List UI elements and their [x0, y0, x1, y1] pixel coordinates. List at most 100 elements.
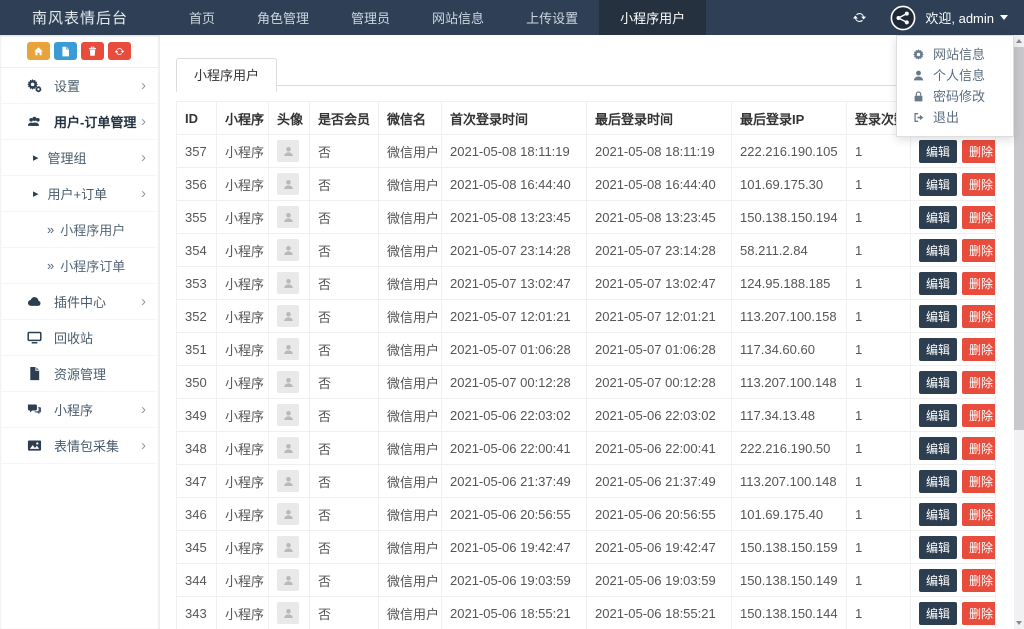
sidebar-item-admin-group[interactable]: ▸ 管理组 ›	[0, 140, 159, 176]
edit-button[interactable]: 编辑	[919, 535, 958, 559]
edit-button[interactable]: 编辑	[919, 139, 958, 163]
cell-last-login: 2021-05-07 23:14:28	[586, 233, 732, 267]
nav-item-site-info[interactable]: 网站信息	[411, 0, 505, 35]
delete-button[interactable]: 删除	[962, 139, 995, 163]
sidebar-item-emoji-collection[interactable]: 表情包采集 ›	[0, 428, 159, 464]
dropdown-item-logout[interactable]: 退出	[897, 107, 1013, 128]
delete-button[interactable]: 删除	[962, 535, 995, 559]
cell-member: 否	[309, 167, 379, 201]
cell-id: 349	[176, 398, 217, 432]
cell-last-login: 2021-05-07 12:01:21	[586, 299, 732, 333]
cell-count: 1	[846, 431, 911, 465]
nav-item-roles[interactable]: 角色管理	[236, 0, 330, 35]
delete-button[interactable]: 删除	[962, 205, 995, 229]
nav-item-home[interactable]: 首页	[168, 0, 236, 35]
delete-button[interactable]: 删除	[962, 238, 995, 262]
edit-button[interactable]: 编辑	[919, 172, 958, 196]
image-icon	[27, 438, 43, 453]
delete-button[interactable]: 删除	[962, 304, 995, 328]
delete-button[interactable]: 删除	[962, 502, 995, 526]
dropdown-item-site-info[interactable]: 网站信息	[897, 44, 1013, 65]
delete-button[interactable]: 删除	[962, 271, 995, 295]
cell-ip: 124.95.188.185	[731, 266, 847, 300]
scrollbar-up-arrow[interactable]	[1014, 35, 1024, 47]
edit-button[interactable]: 编辑	[919, 601, 958, 625]
sidebar-item-label: 小程序用户	[60, 223, 126, 238]
page-scrollbar[interactable]	[1014, 35, 1024, 629]
triangle-up-icon	[1016, 39, 1022, 43]
users-icon	[27, 114, 43, 129]
sidebar-item-recycle-station[interactable]: 回收站	[0, 320, 159, 356]
trash-button[interactable]	[81, 42, 104, 60]
scrollbar-thumb[interactable]	[1014, 47, 1024, 430]
header-id: ID	[176, 101, 217, 135]
delete-button[interactable]: 删除	[962, 568, 995, 592]
delete-button[interactable]: 删除	[962, 403, 995, 427]
cell-app: 小程序	[216, 398, 269, 432]
table-header-row: ID 小程序 头像 是否会员 微信名 首次登录时间 最后登录时间 最后登录IP …	[176, 101, 996, 135]
edit-button[interactable]: 编辑	[919, 568, 958, 592]
main-menu: 首页 角色管理 管理员 网站信息 上传设置 小程序用户	[168, 0, 707, 35]
edit-button[interactable]: 编辑	[919, 370, 958, 394]
cell-first-login: 2021-05-07 13:02:47	[441, 266, 587, 300]
chevron-right-icon: ›	[141, 401, 146, 418]
sidebar-item-user-order[interactable]: ▸ 用户+订单 ›	[0, 176, 159, 212]
nav-item-miniapp-users[interactable]: 小程序用户	[599, 0, 707, 35]
cell-member: 否	[309, 200, 379, 234]
sidebar-item-settings[interactable]: 设置 ›	[0, 68, 159, 104]
cell-app: 小程序	[216, 134, 269, 168]
sidebar-item-label: 小程序	[54, 403, 94, 418]
edit-button[interactable]: 编辑	[919, 205, 958, 229]
cell-app: 小程序	[216, 431, 269, 465]
scrollbar-down-arrow[interactable]	[1014, 617, 1024, 629]
edit-button[interactable]: 编辑	[919, 436, 958, 460]
cell-wechat-name: 微信用户	[378, 398, 442, 432]
sidebar-item-plugin-center[interactable]: 插件中心 ›	[0, 284, 159, 320]
cell-id: 347	[176, 464, 217, 498]
nav-item-admins[interactable]: 管理员	[330, 0, 411, 35]
edit-button[interactable]: 编辑	[919, 337, 958, 361]
cell-last-login: 2021-05-06 21:37:49	[586, 464, 732, 498]
refresh-button[interactable]	[837, 0, 882, 35]
tab-miniapp-users[interactable]: 小程序用户	[176, 58, 278, 92]
cell-first-login: 2021-05-07 00:12:28	[441, 365, 587, 399]
cell-last-login: 2021-05-06 22:03:02	[586, 398, 732, 432]
user-menu-toggle[interactable]: 欢迎, admin	[882, 0, 1008, 35]
edit-button[interactable]: 编辑	[919, 271, 958, 295]
home-button[interactable]	[27, 42, 50, 60]
dropdown-item-profile[interactable]: 个人信息	[897, 65, 1013, 86]
delete-button[interactable]: 删除	[962, 337, 995, 361]
frontend-button[interactable]	[54, 42, 77, 60]
delete-button[interactable]: 删除	[962, 436, 995, 460]
cell-last-login: 2021-05-08 13:23:45	[586, 200, 732, 234]
sidebar-item-miniapp-orders[interactable]: » 小程序订单	[0, 248, 159, 284]
cell-member: 否	[309, 431, 379, 465]
edit-button[interactable]: 编辑	[919, 304, 958, 328]
sidebar-item-user-order-management[interactable]: 用户-订单管理 ›	[0, 104, 159, 140]
triangle-down-icon	[1016, 621, 1022, 625]
cell-id: 353	[176, 266, 217, 300]
table-row: 344 小程序 否 微信用户 2021-05-06 19:03:59 2021-…	[176, 563, 996, 597]
user-dropdown-menu: 网站信息 个人信息 密码修改 退出	[896, 35, 1014, 137]
edit-button[interactable]: 编辑	[919, 403, 958, 427]
delete-button[interactable]: 删除	[962, 601, 995, 625]
edit-button[interactable]: 编辑	[919, 238, 958, 262]
recycle-button[interactable]	[108, 42, 131, 60]
cell-ip: 150.138.150.149	[731, 563, 847, 597]
table-row: 355 小程序 否 微信用户 2021-05-08 13:23:45 2021-…	[176, 200, 996, 234]
cell-ip: 101.69.175.30	[731, 167, 847, 201]
edit-button[interactable]: 编辑	[919, 502, 958, 526]
delete-button[interactable]: 删除	[962, 172, 995, 196]
avatar-placeholder	[277, 239, 299, 261]
cell-member: 否	[309, 596, 379, 629]
edit-button[interactable]: 编辑	[919, 469, 958, 493]
delete-button[interactable]: 删除	[962, 370, 995, 394]
dropdown-item-change-password[interactable]: 密码修改	[897, 86, 1013, 107]
sidebar-item-miniapp[interactable]: 小程序 ›	[0, 392, 159, 428]
sidebar-item-resource-management[interactable]: 资源管理	[0, 356, 159, 392]
cell-wechat-name: 微信用户	[378, 134, 442, 168]
delete-button[interactable]: 删除	[962, 469, 995, 493]
sidebar-item-miniapp-users[interactable]: » 小程序用户	[0, 212, 159, 248]
cell-member: 否	[309, 233, 379, 267]
nav-item-upload-settings[interactable]: 上传设置	[505, 0, 599, 35]
